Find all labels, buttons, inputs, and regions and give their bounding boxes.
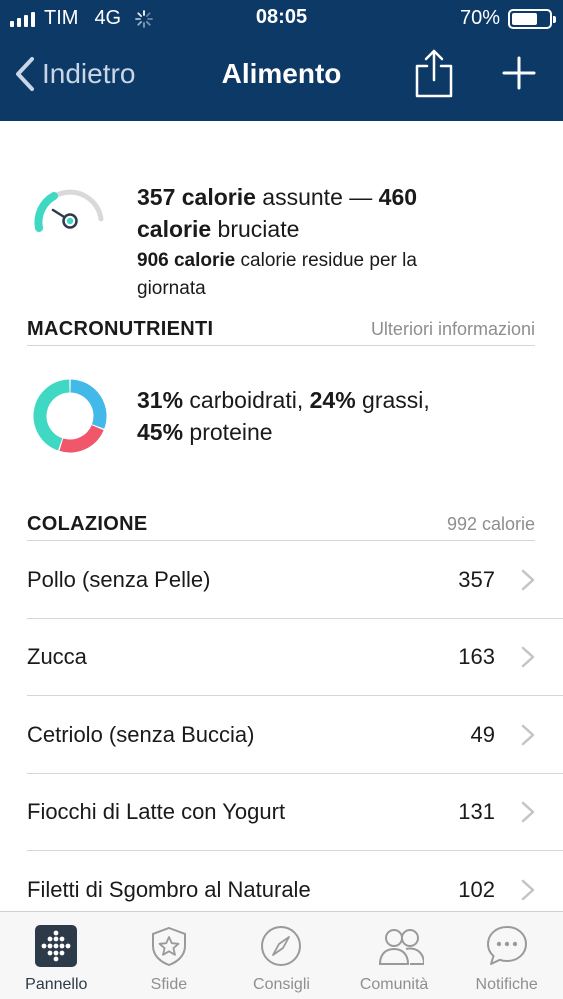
food-name: Cetriolo (senza Buccia) xyxy=(27,721,255,747)
food-calories: 102 xyxy=(458,876,495,902)
tab-pannello[interactable]: Pannello xyxy=(0,912,113,999)
calorie-summary: 357 calorie assunte — 460 calorie brucia… xyxy=(27,181,547,301)
carbs-percent: 31% xyxy=(137,387,184,413)
back-label: Indietro xyxy=(42,58,136,89)
content-area: 357 calorie assunte — 460 calorie brucia… xyxy=(0,121,563,911)
protein-label: proteine xyxy=(183,419,273,445)
fat-percent: 24% xyxy=(309,387,356,413)
chevron-left-icon xyxy=(16,57,34,91)
tab-label: Pannello xyxy=(25,976,88,993)
food-row[interactable]: Zucca 163 xyxy=(0,619,563,697)
breakfast-total-calories: 992 calorie xyxy=(446,514,535,534)
food-row[interactable]: Fiocchi di Latte con Yogurt 131 xyxy=(0,774,563,852)
macros-summary: 31% carboidrati, 24% grassi, 45% protein… xyxy=(27,376,547,466)
macros-section-title: MACRONUTRIENTI xyxy=(27,318,214,340)
tab-label: Sfide xyxy=(150,976,188,993)
calories-consumed-burned: 357 calorie assunte — 460 calorie brucia… xyxy=(137,181,457,245)
calories-consumed-label: assunte — xyxy=(255,184,379,210)
header-bar: TIM 4G 08:05 70% Indietro Alimento xyxy=(0,0,563,121)
tab-label: Consigli xyxy=(253,976,310,993)
chevron-right-icon xyxy=(521,879,535,900)
macro-segment-protein xyxy=(33,379,70,451)
status-bar: TIM 4G 08:05 70% xyxy=(0,0,563,36)
battery-fill xyxy=(512,12,538,25)
macros-text: 31% carboidrati, 24% grassi, 45% protein… xyxy=(137,384,477,448)
chevron-right-icon xyxy=(521,647,535,668)
tab-notifiche[interactable]: Notifiche xyxy=(450,912,563,999)
food-row[interactable]: Filetti di Sgombro al Naturale 102 xyxy=(0,851,563,911)
protein-percent: 45% xyxy=(137,419,184,445)
battery-icon xyxy=(508,8,556,29)
calories-remaining-value: 906 calorie xyxy=(137,250,236,271)
chevron-right-icon xyxy=(521,724,535,745)
tab-comunita[interactable]: Comunità xyxy=(338,912,451,999)
food-calories: 49 xyxy=(470,721,495,747)
food-name: Zucca xyxy=(27,644,87,670)
calories-remaining: 906 calorie calorie residue per la giorn… xyxy=(137,247,457,303)
more-info-link[interactable]: Ulteriori informazioni xyxy=(371,319,535,340)
calories-consumed-value: 357 calorie xyxy=(137,184,256,210)
challenge-star-icon xyxy=(151,926,186,967)
share-icon[interactable] xyxy=(415,48,453,98)
compass-icon xyxy=(261,926,302,966)
tab-bar: Pannello Sfide Consigli Comunità Notific… xyxy=(0,911,563,999)
tab-consigli[interactable]: Consigli xyxy=(225,912,338,999)
back-button[interactable]: Indietro xyxy=(14,56,135,92)
add-icon[interactable] xyxy=(502,56,536,90)
macro-segment-fat xyxy=(59,424,104,453)
status-right: 70% xyxy=(459,7,556,30)
dashboard-icon xyxy=(35,925,78,967)
food-name: Filetti di Sgombro al Naturale xyxy=(27,876,311,902)
community-icon xyxy=(379,929,425,965)
breakfast-section-title: COLAZIONE xyxy=(27,513,148,535)
food-calories: 163 xyxy=(458,644,495,670)
calorie-gauge-icon xyxy=(34,189,104,232)
navigation-bar: Indietro Alimento xyxy=(0,36,563,121)
food-calories: 131 xyxy=(458,799,495,825)
food-list: Pollo (senza Pelle) 357 Zucca 163 Cetriolo (… xyxy=(0,541,563,911)
chat-bubble-icon xyxy=(486,926,527,965)
macros-section-header: MACRONUTRIENTI Ulteriori informazioni xyxy=(27,314,535,346)
calorie-summary-text: 357 calorie assunte — 460 calorie brucia… xyxy=(137,181,457,303)
breakfast-section-header: COLAZIONE 992 calorie xyxy=(27,509,535,541)
battery-percent: 70% xyxy=(459,7,500,29)
food-row[interactable]: Pollo (senza Pelle) 357 xyxy=(0,541,563,619)
carbs-label: carboidrati, xyxy=(183,387,310,413)
chevron-right-icon xyxy=(521,569,535,590)
food-calories: 357 xyxy=(458,566,495,592)
tab-label: Notifiche xyxy=(475,976,538,993)
food-name: Fiocchi di Latte con Yogurt xyxy=(27,799,286,825)
chevron-right-icon xyxy=(521,802,535,823)
calories-burned-label: bruciate xyxy=(211,216,300,242)
food-row[interactable]: Cetriolo (senza Buccia) 49 xyxy=(0,696,563,774)
food-name: Pollo (senza Pelle) xyxy=(27,566,211,592)
tab-label: Comunità xyxy=(359,976,429,993)
tab-sfide[interactable]: Sfide xyxy=(113,912,226,999)
fat-label: grassi, xyxy=(355,387,430,413)
macros-donut-chart xyxy=(33,379,107,453)
macro-segment-carbs xyxy=(70,379,107,429)
